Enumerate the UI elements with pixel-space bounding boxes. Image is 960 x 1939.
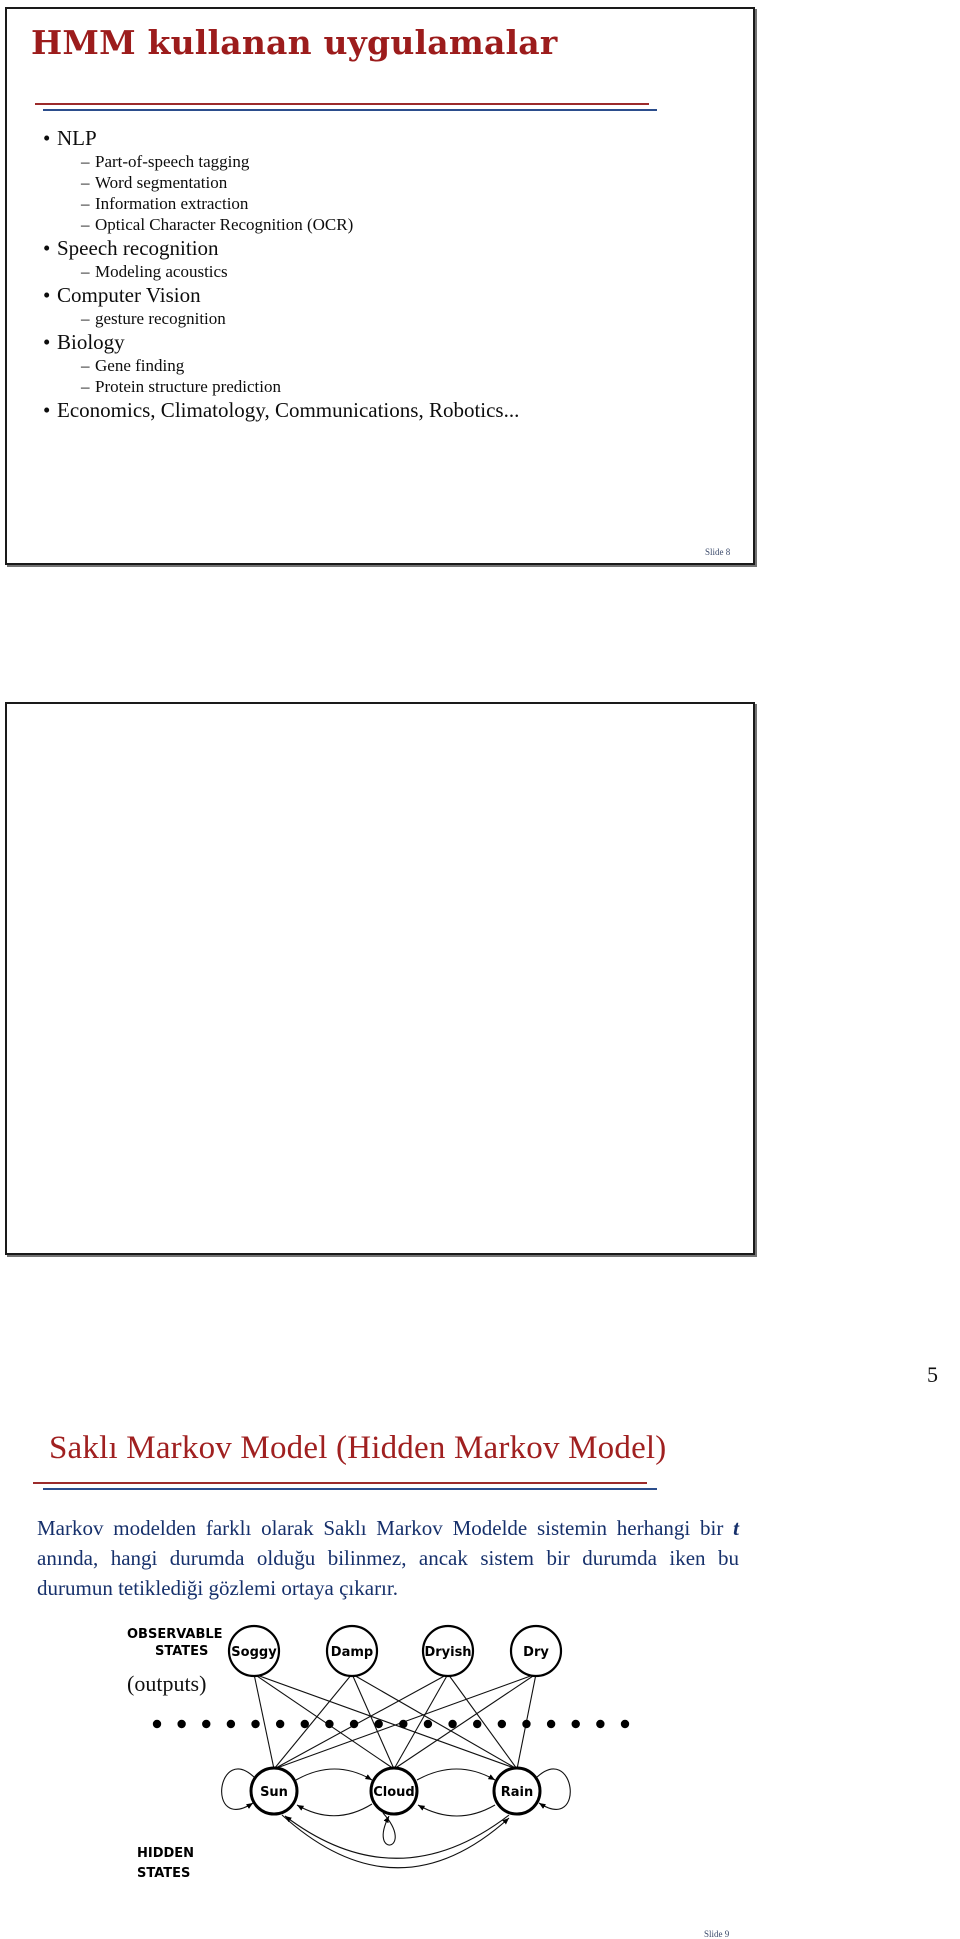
observable-states-label-line1: OBSERVABLE — [127, 1627, 223, 1642]
observable-state-label: Dry — [523, 1645, 549, 1660]
bullet-item-level1: • Economics, Climatology, Communications,… — [43, 397, 653, 423]
document-page: HMM kullanan uygulamalar • NLP – Part-of-sp… — [0, 0, 960, 1939]
sequence-dot — [497, 1719, 507, 1729]
dash-marker-icon: – — [81, 309, 90, 328]
bullet-item-level2: – Protein structure prediction — [81, 376, 653, 397]
sequence-dot — [349, 1719, 359, 1729]
sequence-dot — [374, 1719, 383, 1729]
bullet-marker-icon: • — [43, 235, 51, 260]
sequence-dot — [399, 1719, 408, 1729]
observable-state-label: Dryish — [424, 1645, 471, 1660]
bullet-item-level2: – Modeling acoustics — [81, 261, 653, 282]
sequence-dot — [448, 1719, 457, 1729]
bullet-item-level2: – gesture recognition — [81, 308, 653, 329]
bullet-marker-icon: • — [43, 125, 51, 150]
bullet-item-level2: – Gene finding — [81, 355, 653, 376]
slide-9-title: Saklı Markov Model (Hidden Markov Model) — [49, 1430, 667, 1466]
body-text-emphasis: t — [733, 1516, 739, 1540]
body-text-part1: Markov modelden farklı olarak Saklı Mark… — [37, 1516, 734, 1540]
bullet-text: Part-of-speech tagging — [95, 152, 250, 171]
sequence-dot — [251, 1719, 260, 1729]
observable-state-node: Damp — [325, 1624, 379, 1678]
sequence-dot — [473, 1719, 482, 1729]
sequence-dot — [571, 1719, 580, 1729]
dash-marker-icon: – — [81, 152, 90, 171]
title-underline-blue — [43, 1488, 657, 1490]
hidden-states-label-line2: STATES — [137, 1866, 190, 1881]
observable-state-label: Soggy — [231, 1645, 277, 1660]
bullet-item-level1: • NLP — [43, 125, 653, 151]
dash-marker-icon: – — [81, 377, 90, 396]
observable-state-node: Dryish — [421, 1624, 475, 1678]
bullet-text: Biology — [57, 329, 125, 354]
slide-thumbnail-9[interactable]: Saklı Markov Model (Hidden Markov Model)… — [5, 702, 755, 1939]
sequence-dot — [152, 1719, 162, 1729]
hidden-state-nodes: Sun Cloud Rain — [249, 1766, 542, 1816]
bullet-text: Modeling acoustics — [95, 262, 228, 281]
bullet-item-level2: – Word segmentation — [81, 172, 653, 193]
bullet-item-level2: – Part-of-speech tagging — [81, 151, 653, 172]
sequence-dot — [423, 1719, 433, 1729]
bullet-item-level2: – Information extraction — [81, 193, 653, 214]
bullet-text: gesture recognition — [95, 309, 226, 328]
bullet-text: Optical Character Recognition (OCR) — [95, 215, 354, 234]
title-underline-blue — [43, 109, 657, 111]
dash-marker-icon: – — [81, 173, 90, 192]
title-underline-red — [35, 103, 649, 105]
dash-marker-icon: – — [81, 215, 90, 234]
hidden-state-node: Cloud — [369, 1766, 419, 1816]
hmm-diagram: OBSERVABLE STATES (outputs) HIDDEN STATE… — [117, 1619, 647, 1929]
bullet-marker-icon: • — [43, 329, 51, 354]
sequence-dot — [546, 1719, 556, 1729]
bullet-text: Word segmentation — [95, 173, 228, 192]
observable-states-label-line2: STATES — [155, 1644, 208, 1659]
hidden-state-label: Cloud — [373, 1785, 415, 1800]
emission-edges — [253, 1673, 537, 1770]
hidden-state-label: Rain — [501, 1785, 534, 1800]
bullet-text: NLP — [57, 125, 97, 150]
bullet-text: Protein structure prediction — [95, 377, 282, 396]
hidden-state-label: Sun — [260, 1785, 288, 1800]
title-underline-red — [33, 1482, 647, 1484]
dash-marker-icon: – — [81, 262, 90, 281]
sequence-dot — [275, 1719, 285, 1729]
observable-state-node: Soggy — [227, 1624, 281, 1678]
hidden-states-label-line1: HIDDEN — [137, 1846, 194, 1861]
bullet-list: • NLP – Part-of-speech tagging – Word segment… — [33, 125, 653, 423]
bullet-marker-icon: • — [43, 397, 51, 422]
sequence-dot — [300, 1719, 309, 1729]
sequence-dot — [620, 1719, 630, 1729]
bullet-item-level2: – Optical Character Recognition (OCR) — [81, 214, 653, 235]
bullet-text: Speech recognition — [57, 235, 219, 260]
dash-marker-icon: – — [81, 356, 90, 375]
bullet-marker-icon: • — [43, 282, 51, 307]
page-number: 5 — [927, 1362, 938, 1387]
dash-marker-icon: – — [81, 194, 90, 213]
bullet-item-level1: • Computer Vision — [43, 282, 653, 308]
sequence-dot — [596, 1719, 605, 1729]
body-text-part2: anında, hangi durumda olduğu bilinmez, a… — [37, 1545, 739, 1600]
bullet-text: Computer Vision — [57, 282, 201, 307]
bullet-item-level1: • Speech recognition — [43, 235, 653, 261]
sequence-dot — [202, 1719, 211, 1729]
slide-9-number-label: Slide 9 — [704, 1929, 730, 1939]
bullet-text: Economics, Climatology, Communications, … — [57, 397, 520, 422]
observable-state-label: Damp — [331, 1645, 373, 1660]
observable-state-node: Dry — [509, 1624, 563, 1678]
sequence-dot — [226, 1719, 236, 1729]
slide-thumbnail-8[interactable]: HMM kullanan uygulamalar • NLP – Part-of-sp… — [5, 7, 755, 565]
observable-outputs-label: (outputs) — [127, 1671, 206, 1696]
sequence-dot — [522, 1719, 531, 1729]
bullet-item-level1: • Biology — [43, 329, 653, 355]
hidden-state-node: Rain — [492, 1766, 542, 1816]
sequence-dot — [177, 1719, 186, 1729]
slide-9-body-paragraph: Markov modelden farklı olarak Saklı Mark… — [37, 1514, 739, 1603]
sequence-dot — [325, 1719, 334, 1729]
bullet-text: Gene finding — [95, 356, 185, 375]
slide-8-number-label: Slide 8 — [705, 547, 731, 557]
bullet-text: Information extraction — [95, 194, 249, 213]
slide-8-title: HMM kullanan uygulamalar — [31, 23, 558, 62]
hidden-state-node: Sun — [249, 1766, 299, 1816]
observable-state-nodes: Soggy Damp Dryish Dry — [227, 1624, 563, 1678]
